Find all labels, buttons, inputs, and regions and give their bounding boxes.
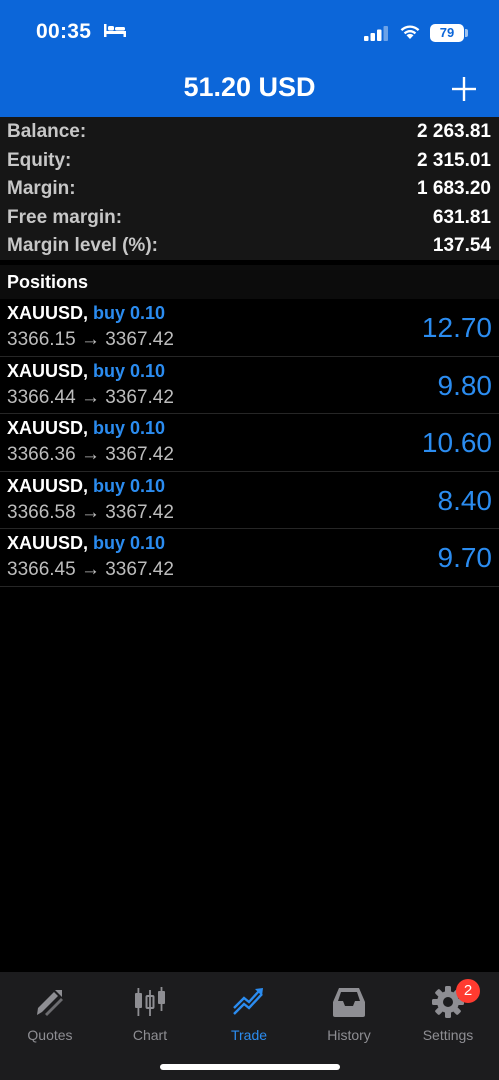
summary-value: 2 263.81 <box>417 121 491 142</box>
summary-value: 1 683.20 <box>417 178 491 200</box>
summary-row-balance: Balance: 2 263.81 <box>0 117 499 146</box>
tab-label: History <box>327 1027 371 1043</box>
position-profit: 10.60 <box>421 427 492 458</box>
tab-trade[interactable]: Trade <box>199 980 299 1043</box>
home-indicator <box>160 1064 340 1070</box>
tab-history[interactable]: History <box>299 980 399 1043</box>
notification-badge: 2 <box>456 979 480 1003</box>
position-row[interactable]: XAUUSD, buy 0.10 3366.45 → 3367.42 9.70 <box>0 529 499 587</box>
summary-row-margin-level: Margin level (%): 137.54 <box>0 231 499 260</box>
tab-chart[interactable]: Chart <box>100 980 200 1043</box>
battery-tip <box>465 29 468 37</box>
position-symbol: XAUUSD, buy 0.10 <box>7 360 166 381</box>
position-row[interactable]: XAUUSD, buy 0.10 3366.44 → 3367.42 9.80 <box>0 357 499 414</box>
chart-icon <box>135 987 165 1016</box>
tab-quotes[interactable]: Quotes <box>0 980 100 1043</box>
position-symbol: XAUUSD, buy 0.10 <box>7 533 166 553</box>
positions-section-header: Positions <box>0 265 499 299</box>
position-side: buy 0.10 <box>93 418 166 438</box>
summary-label: Equity: <box>7 149 72 171</box>
position-profit: 9.70 <box>437 542 493 573</box>
wifi-icon <box>400 25 420 39</box>
position-prices: 3366.44 → 3367.42 <box>7 386 174 408</box>
positions-heading: Positions <box>7 272 89 292</box>
status-time: 00:35 <box>36 20 92 43</box>
position-symbol: XAUUSD, buy 0.10 <box>7 418 166 438</box>
add-order-icon[interactable] <box>451 76 477 102</box>
position-symbol: XAUUSD, buy 0.10 <box>7 303 166 323</box>
position-side: buy 0.10 <box>93 303 166 323</box>
positions-list: XAUUSD, buy 0.10 3366.15 → 3367.42 12.70… <box>0 299 499 587</box>
position-profit: 12.70 <box>421 312 492 343</box>
tab-settings[interactable]: 2 Settings <box>398 979 498 1043</box>
position-prices: 3366.58 → 3367.42 <box>7 501 174 523</box>
history-icon <box>333 988 365 1017</box>
position-prices: 3366.15 → 3367.42 <box>7 329 174 350</box>
summary-row-margin: Margin: 1 683.20 <box>0 174 499 203</box>
summary-label: Free margin: <box>7 206 123 228</box>
position-side: buy 0.10 <box>93 360 166 381</box>
position-row[interactable]: XAUUSD, buy 0.10 3366.36 → 3367.42 10.60 <box>0 414 499 472</box>
cellular-signal-icon <box>364 26 388 41</box>
title-bar: 51.20 USD <box>0 64 499 117</box>
summary-label: Margin: <box>7 178 76 200</box>
summary-label: Balance: <box>7 121 87 142</box>
position-side: buy 0.10 <box>93 475 166 496</box>
summary-row-equity: Equity: 2 315.01 <box>0 146 499 175</box>
account-summary: Balance: 2 263.81 Equity: 2 315.01 Margi… <box>0 117 499 260</box>
position-side: buy 0.10 <box>93 533 166 553</box>
trade-icon <box>233 988 263 1015</box>
position-row[interactable]: XAUUSD, buy 0.10 3366.58 → 3367.42 8.40 <box>0 472 499 529</box>
quotes-icon <box>37 990 63 1016</box>
tab-label: Settings <box>422 1027 474 1043</box>
summary-row-free-margin: Free margin: 631.81 <box>0 203 499 232</box>
position-profit: 9.80 <box>437 369 493 401</box>
position-prices: 3366.36 → 3367.42 <box>7 444 174 465</box>
battery-indicator: 79 <box>430 24 464 42</box>
summary-value: 2 315.01 <box>417 149 491 171</box>
status-bar: 00:35 79 <box>0 0 499 64</box>
account-profit-title: 51.20 USD <box>183 72 316 102</box>
position-profit: 8.40 <box>437 484 493 516</box>
summary-value: 631.81 <box>432 206 491 228</box>
position-prices: 3366.45 → 3367.42 <box>7 559 174 580</box>
summary-value: 137.54 <box>432 235 491 257</box>
tab-label: Trade <box>230 1027 268 1043</box>
tab-label: Quotes <box>27 1027 73 1043</box>
position-symbol: XAUUSD, buy 0.10 <box>7 475 166 496</box>
position-row[interactable]: XAUUSD, buy 0.10 3366.15 → 3367.42 12.70 <box>0 299 499 357</box>
summary-label: Margin level (%): <box>7 235 158 257</box>
sleep-bed-icon <box>104 24 126 37</box>
tab-label: Chart <box>132 1027 168 1043</box>
